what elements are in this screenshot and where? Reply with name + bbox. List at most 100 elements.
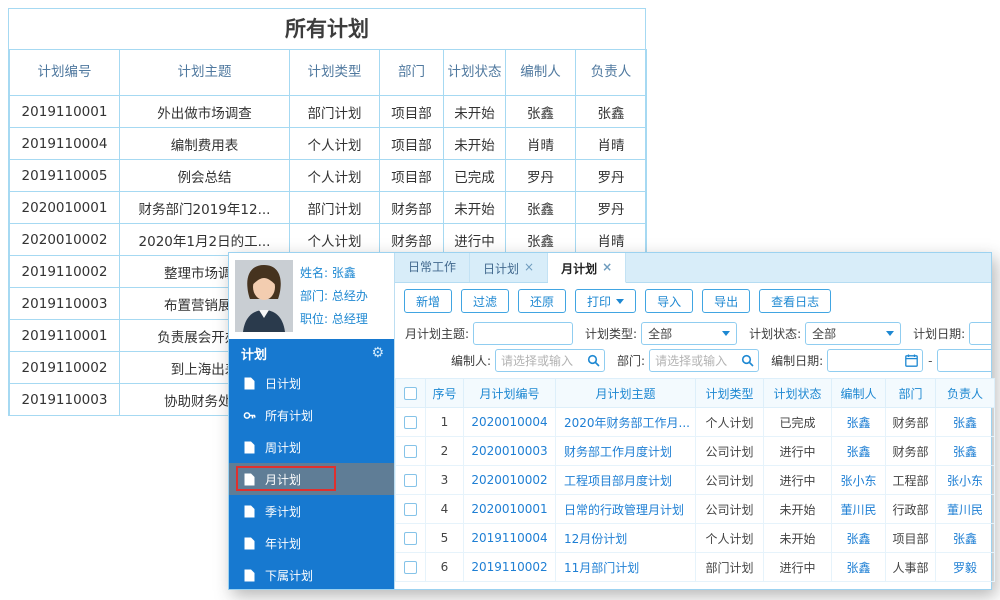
sidebar-item-daily-plan[interactable]: 日计划	[229, 367, 394, 399]
table-row[interactable]: 6 2019110002 11月部门计划 部门计划 进行中 张鑫 人事部 罗毅	[395, 552, 995, 582]
table-cell[interactable]: 11月部门计划	[555, 552, 696, 582]
table-row[interactable]: 2019110004 编制费用表 个人计划 项目部 未开始 肖晴 肖晴	[9, 127, 647, 160]
import-button[interactable]: 导入	[645, 289, 694, 313]
sidebar-item-monthly-plan[interactable]: 月计划	[229, 463, 394, 495]
close-icon[interactable]: ×	[602, 260, 612, 274]
table-row[interactable]: 2019110001 外出做市场调查 部门计划 项目部 未开始 张鑫 张鑫	[9, 95, 647, 128]
sidebar-item-label: 所有计划	[265, 408, 314, 423]
plan-date-input[interactable]	[969, 322, 991, 345]
table-cell[interactable]: 2020010002	[463, 465, 556, 495]
table-cell: 张鑫	[505, 191, 576, 224]
table-cell: 5	[425, 523, 464, 553]
table-cell: 财务部	[379, 191, 444, 224]
sidebar-item-subordinate-plans[interactable]: 下属计划	[229, 559, 394, 589]
table-cell[interactable]: 张小东	[831, 465, 886, 495]
table-row[interactable]: 5 2019110004 12月份计划 个人计划 未开始 张鑫 项目部 张鑫	[395, 523, 995, 553]
table-cell[interactable]: 2020010004	[463, 407, 556, 437]
monthly-plan-window: 姓名: 张鑫 部门: 总经办 职位: 总经理 计划 ⚙ 日计划 所有计划 周计划…	[228, 252, 995, 590]
table-row[interactable]: 2 2020010003 财务部工作月度计划 公司计划 进行中 张鑫 财务部 张鑫	[395, 436, 995, 466]
type-select[interactable]: 全部	[641, 322, 738, 345]
dept-filter-input[interactable]	[649, 349, 760, 372]
table-cell[interactable]: 2019110002	[463, 552, 556, 582]
table-cell[interactable]: 工程项目部月度计划	[555, 465, 696, 495]
table-cell[interactable]: 张鑫	[831, 523, 886, 553]
tab-label: 日计划	[483, 262, 520, 276]
table-cell: 进行中	[763, 465, 832, 495]
table-cell[interactable]: 2020010003	[463, 436, 556, 466]
tab-daily-plan[interactable]: 日计划 ×	[470, 253, 549, 282]
row-checkbox[interactable]	[404, 503, 417, 516]
row-checkbox-cell	[395, 494, 426, 524]
table-cell: 项目部	[379, 127, 444, 160]
table-cell: 例会总结	[119, 159, 290, 192]
table-cell[interactable]: 2020年财务部工作月...	[555, 407, 696, 437]
filter-row-1: 月计划主题: 计划类型: 全部 计划状态: 全部 计划日期:	[395, 320, 991, 347]
table-row[interactable]: 1 2020010004 2020年财务部工作月... 个人计划 已完成 张鑫 财务部 张鑫	[395, 407, 995, 437]
creator-filter-input[interactable]	[495, 349, 606, 372]
file-icon	[243, 569, 256, 582]
table-cell: 进行中	[763, 436, 832, 466]
row-checkbox[interactable]	[404, 532, 417, 545]
gear-icon[interactable]: ⚙	[371, 345, 384, 361]
table-cell[interactable]: 2019110004	[463, 523, 556, 553]
table-cell[interactable]: 张小东	[935, 465, 995, 495]
restore-button[interactable]: 还原	[518, 289, 567, 313]
table-row[interactable]: 2019110005 例会总结 个人计划 项目部 已完成 罗丹 罗丹	[9, 159, 647, 192]
sidebar-item-yearly-plan[interactable]: 年计划	[229, 527, 394, 559]
table-cell: 罗丹	[575, 159, 647, 192]
table-cell[interactable]: 张鑫	[831, 552, 886, 582]
table-cell[interactable]: 张鑫	[935, 407, 995, 437]
export-button[interactable]: 导出	[702, 289, 751, 313]
table-cell: 罗丹	[575, 191, 647, 224]
sidebar-item-label: 月计划	[265, 472, 302, 487]
table-cell[interactable]: 张鑫	[935, 523, 995, 553]
main-panel: 日常工作 日计划 × 月计划 × 新增 过滤 还原 打印 导入 导出 查看日志 …	[394, 253, 995, 589]
status-select[interactable]: 全部	[805, 322, 902, 345]
select-all-checkbox[interactable]	[404, 387, 417, 400]
table-cell[interactable]: 张鑫	[935, 436, 995, 466]
table-cell[interactable]: 张鑫	[831, 436, 886, 466]
table-row[interactable]: 2020010001 财务部门2019年12... 部门计划 财务部 未开始 张鑫 罗丹	[9, 191, 647, 224]
table-cell: 肖晴	[575, 127, 647, 160]
screen: 所有计划 计划编号 计划主题 计划类型 部门 计划状态 编制人 负责人 2019…	[0, 0, 1000, 600]
row-checkbox[interactable]	[404, 445, 417, 458]
row-checkbox-cell	[395, 436, 426, 466]
table-cell[interactable]: 日常的行政管理月计划	[555, 494, 696, 524]
table-row[interactable]: 2020010002 2020年1月2日的工... 个人计划 财务部 进行中 张鑫 肖晴	[9, 223, 647, 256]
table-cell[interactable]: 12月份计划	[555, 523, 696, 553]
sidebar-item-label: 下属计划	[265, 568, 314, 583]
table-row[interactable]: 3 2020010002 工程项目部月度计划 公司计划 进行中 张小东 工程部 张小东	[395, 465, 995, 495]
print-button[interactable]: 打印	[575, 289, 637, 313]
row-checkbox[interactable]	[404, 561, 417, 574]
table-cell[interactable]: 2020010001	[463, 494, 556, 524]
subject-filter-input[interactable]	[473, 322, 574, 345]
row-checkbox-cell	[395, 523, 426, 553]
chevron-down-icon	[616, 298, 625, 304]
table-cell: 4	[425, 494, 464, 524]
column-header: 计划类型	[695, 378, 764, 408]
column-header: 计划状态	[443, 49, 506, 96]
create-date-end-input[interactable]	[937, 349, 991, 372]
file-icon	[243, 505, 256, 518]
table-cell[interactable]: 财务部工作月度计划	[555, 436, 696, 466]
column-header: 编制人	[831, 378, 886, 408]
row-checkbox[interactable]	[404, 474, 417, 487]
sidebar-item-all-plans[interactable]: 所有计划	[229, 399, 394, 431]
table-cell[interactable]: 董川民	[831, 494, 886, 524]
row-checkbox[interactable]	[404, 416, 417, 429]
sidebar-item-quarterly-plan[interactable]: 季计划	[229, 495, 394, 527]
chevron-down-icon	[722, 331, 731, 336]
add-button[interactable]: 新增	[404, 289, 453, 313]
create-date-start-input[interactable]	[827, 349, 924, 372]
sidebar-item-weekly-plan[interactable]: 周计划	[229, 431, 394, 463]
table-cell[interactable]: 董川民	[935, 494, 995, 524]
table-cell[interactable]: 张鑫	[831, 407, 886, 437]
close-icon[interactable]: ×	[524, 260, 534, 274]
view-log-button[interactable]: 查看日志	[759, 289, 832, 313]
tab-monthly-plan[interactable]: 月计划 ×	[548, 253, 627, 283]
table-cell[interactable]: 罗毅	[935, 552, 995, 582]
table-row[interactable]: 4 2020010001 日常的行政管理月计划 公司计划 未开始 董川民 行政部 董川民	[395, 494, 995, 524]
page-title: 所有计划	[285, 17, 369, 41]
tab-daily-work[interactable]: 日常工作	[395, 253, 471, 282]
filter-button[interactable]: 过滤	[461, 289, 510, 313]
